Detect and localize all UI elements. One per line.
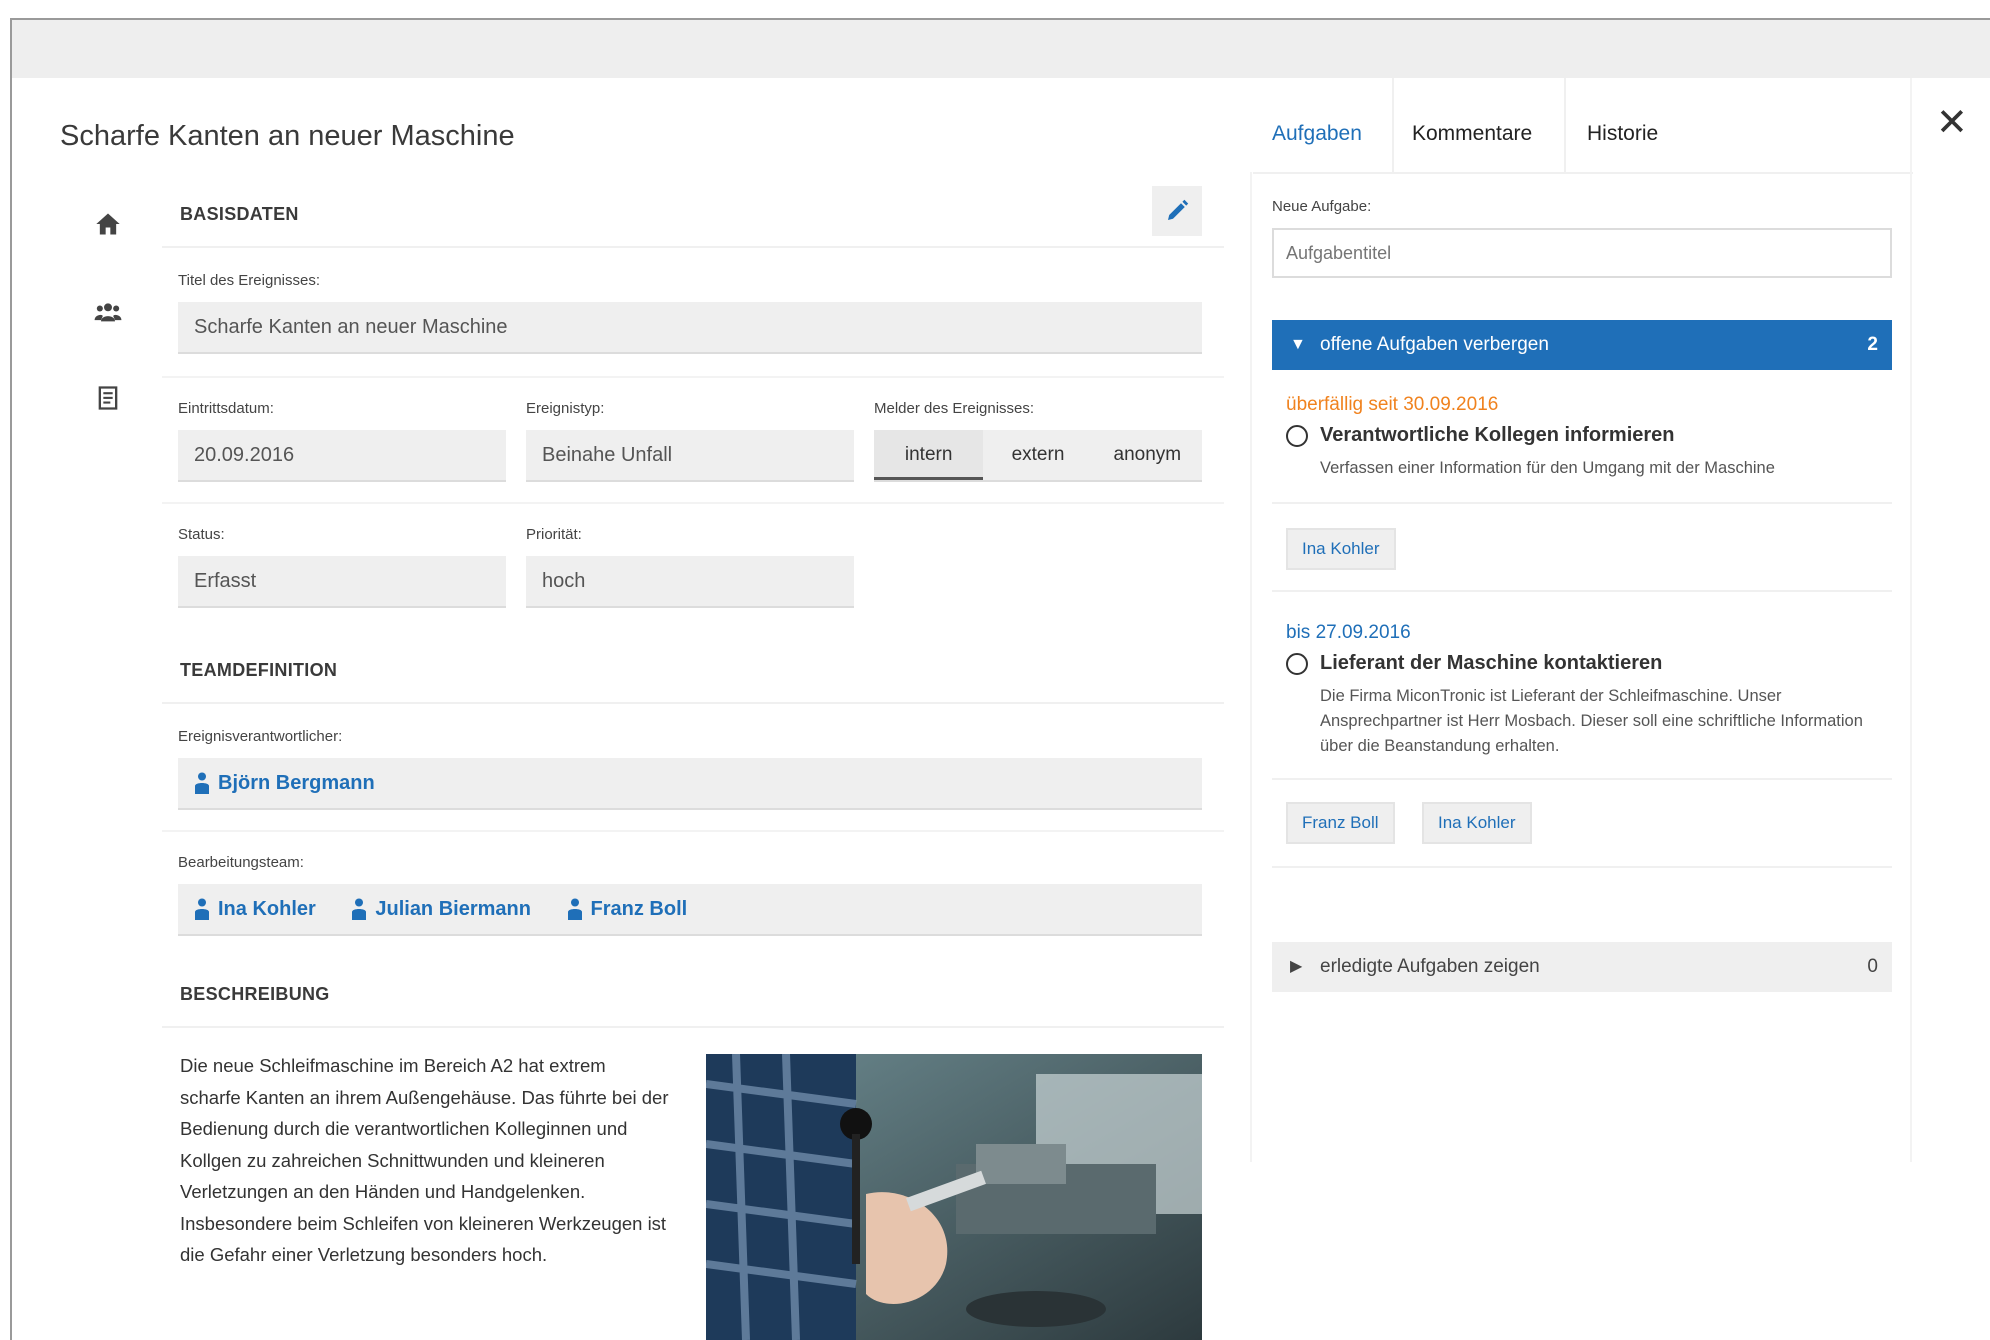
prio-label: Priorität:: [526, 526, 582, 543]
task-description: Verfassen einer Information für den Umga…: [1320, 459, 1775, 477]
task-title: Lieferant der Maschine kontaktieren: [1320, 652, 1663, 674]
panel-divider: [1910, 78, 1912, 1162]
triangle-down-icon: ▼: [1290, 336, 1306, 353]
typ-label: Ereignistyp:: [526, 400, 605, 417]
pencil-icon: [1168, 199, 1189, 220]
tab-aufgaben[interactable]: Aufgaben: [1272, 122, 1362, 146]
panel-divider: [1253, 172, 1913, 174]
assignee-chip[interactable]: Ina Kohler: [1422, 802, 1532, 844]
bearbeitungsteam-field: Ina Kohler Julian Biermann Franz Boll: [178, 884, 1202, 936]
triangle-right-icon: ▶: [1290, 958, 1303, 975]
task-title-input[interactable]: [1272, 228, 1892, 278]
beschreibung-header: BESCHREIBUNG: [162, 958, 1224, 1028]
machine-photo: [706, 1054, 1202, 1340]
typ-field[interactable]: Beinahe Unfall: [526, 430, 854, 482]
open-tasks-label: offene Aufgaben verbergen: [1320, 334, 1549, 355]
melder-segmented-control: intern extern anonym: [874, 430, 1202, 482]
person-name: Franz Boll: [590, 898, 688, 920]
person-icon: [195, 772, 209, 794]
melder-option-extern[interactable]: extern: [983, 430, 1092, 480]
person-link[interactable]: Franz Boll: [567, 884, 688, 934]
task-item: Lieferant der Maschine kontaktieren: [1286, 652, 1662, 675]
divider: [1272, 590, 1892, 592]
beschreibung-heading: BESCHREIBUNG: [180, 984, 330, 1004]
team-header: TEAMDEFINITION: [162, 634, 1224, 704]
done-tasks-toggle[interactable]: ▶ erledigte Aufgaben zeigen 0: [1272, 942, 1892, 992]
person-link[interactable]: Julian Biermann: [351, 884, 531, 934]
panel-divider: [1250, 172, 1252, 1162]
datum-label: Eintrittsdatum:: [178, 400, 274, 417]
person-link[interactable]: Björn Bergmann: [194, 758, 375, 808]
divider: [1272, 778, 1892, 780]
tab-separator: [1392, 78, 1394, 174]
melder-option-intern[interactable]: intern: [874, 430, 984, 480]
status-field[interactable]: Erfasst: [178, 556, 506, 608]
task-title: Verantwortliche Kollegen informieren: [1320, 424, 1675, 446]
team-heading: TEAMDEFINITION: [180, 660, 338, 680]
verantwortlich-label: Ereignisverantwortlicher:: [178, 728, 343, 745]
melder-option-anonym[interactable]: anonym: [1093, 430, 1202, 480]
person-icon: [195, 898, 209, 920]
neue-aufgabe-label: Neue Aufgabe:: [1272, 198, 1372, 215]
titel-field[interactable]: Scharfe Kanten an neuer Maschine: [178, 302, 1202, 354]
open-tasks-count: 2: [1867, 334, 1878, 355]
person-icon: [567, 898, 582, 920]
task-item: Verantwortliche Kollegen informieren: [1286, 424, 1675, 447]
edit-button[interactable]: [1152, 186, 1202, 236]
description-text: Die neue Schleifmaschine im Bereich A2 h…: [180, 1055, 669, 1265]
divider: [162, 830, 1224, 832]
team-icon[interactable]: [92, 296, 124, 328]
tab-separator: [1564, 78, 1566, 174]
verantwortlich-field: Björn Bergmann: [178, 758, 1202, 810]
basisdaten-heading: BASISDATEN: [180, 204, 299, 224]
task-due-date: bis 27.09.2016: [1286, 622, 1411, 643]
task-due-overdue: überfällig seit 30.09.2016: [1286, 394, 1499, 415]
assignee-chip[interactable]: Franz Boll: [1286, 802, 1395, 844]
task-complete-radio[interactable]: [1286, 424, 1308, 447]
done-tasks-count: 0: [1867, 956, 1878, 977]
task-description: Die Firma MiconTronic ist Lieferant der …: [1320, 687, 1863, 755]
done-tasks-label: erledigte Aufgaben zeigen: [1320, 956, 1540, 977]
close-icon[interactable]: ✕: [1936, 104, 1968, 142]
melder-label: Melder des Ereignisses:: [874, 400, 1035, 417]
divider: [162, 502, 1224, 504]
person-name: Julian Biermann: [375, 898, 531, 920]
person-link[interactable]: Ina Kohler: [194, 884, 316, 934]
page-title: Scharfe Kanten an neuer Maschine: [60, 120, 515, 152]
tab-kommentare[interactable]: Kommentare: [1412, 122, 1532, 146]
person-name: Björn Bergmann: [218, 772, 375, 794]
basisdaten-header: BASISDATEN: [162, 178, 1224, 248]
assignee-chip[interactable]: Ina Kohler: [1286, 528, 1396, 570]
status-label: Status:: [178, 526, 225, 543]
bearbeitung-label: Bearbeitungsteam:: [178, 854, 304, 871]
home-icon[interactable]: [92, 208, 124, 240]
task-complete-radio[interactable]: [1286, 652, 1308, 675]
tab-historie[interactable]: Historie: [1587, 122, 1658, 146]
top-bar: [12, 20, 1990, 78]
document-icon[interactable]: [92, 382, 124, 414]
prio-field[interactable]: hoch: [526, 556, 854, 608]
person-name: Ina Kohler: [218, 898, 316, 920]
open-tasks-toggle[interactable]: ▼ offene Aufgaben verbergen 2: [1272, 320, 1892, 370]
divider: [162, 376, 1224, 378]
divider: [1272, 502, 1892, 504]
person-icon: [352, 898, 367, 920]
divider: [1272, 866, 1892, 868]
datum-field[interactable]: 20.09.2016: [178, 430, 506, 482]
titel-label: Titel des Ereignisses:: [178, 272, 321, 289]
